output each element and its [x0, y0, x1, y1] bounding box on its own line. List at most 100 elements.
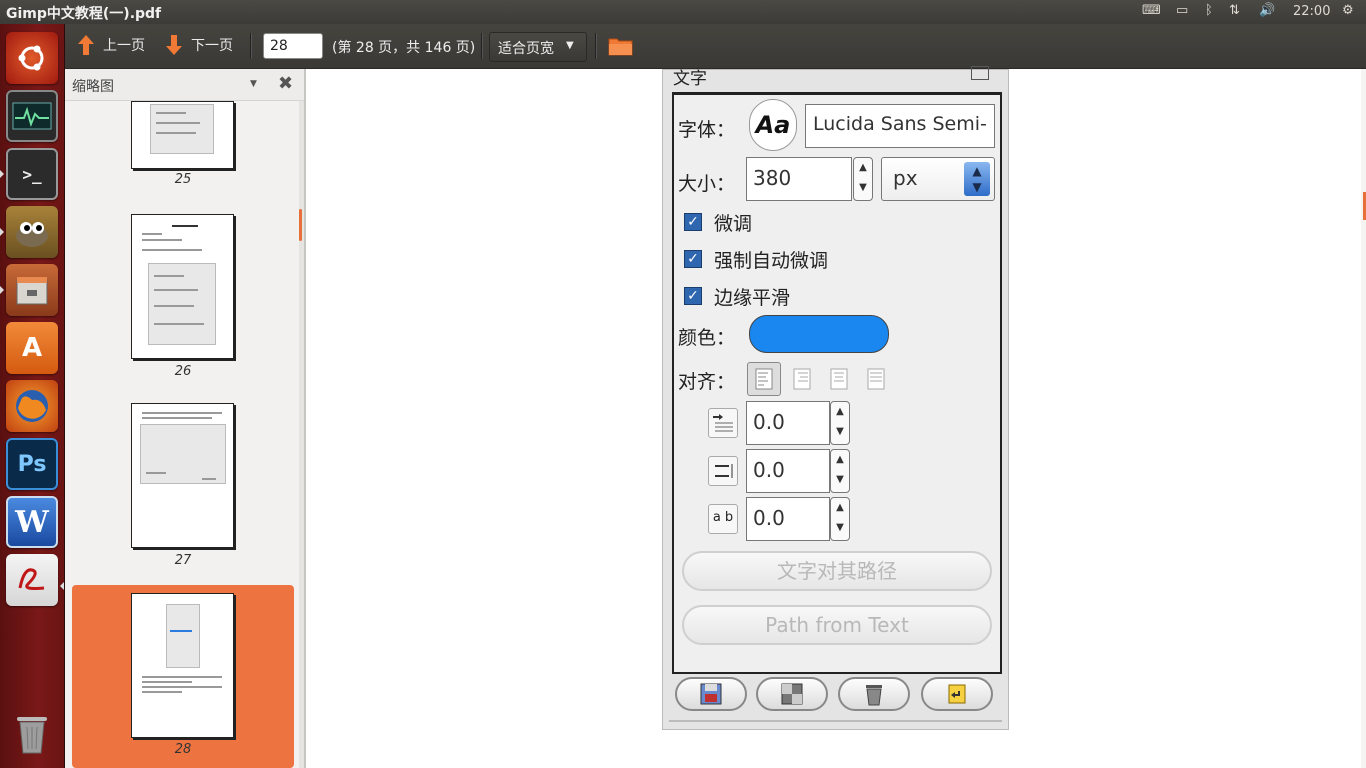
prev-page-label: 上一页: [103, 38, 145, 54]
launcher: >_ A Ps W: [0, 24, 65, 768]
zoom-select-value: 适合页宽: [498, 41, 554, 57]
chevron-updown-icon: ▲ ▼: [964, 162, 990, 196]
unit-select[interactable]: px ▲ ▼: [881, 157, 995, 201]
align-left-icon: [755, 368, 773, 390]
letter-spacing-icon: a b: [708, 504, 738, 534]
document-scrollbar[interactable]: [1361, 69, 1366, 768]
path-from-text-button[interactable]: Path from Text: [682, 605, 992, 645]
justify-label: 对齐：: [678, 371, 736, 393]
open-folder-button[interactable]: [608, 36, 633, 60]
trash-icon[interactable]: [6, 708, 58, 760]
save-options-button[interactable]: [675, 677, 747, 711]
thumbnail-page-26: [131, 214, 234, 359]
align-center-button[interactable]: [823, 363, 855, 395]
bluetooth-icon[interactable]: ᛒ: [1205, 3, 1213, 18]
thumbnail-item-selected[interactable]: 28: [72, 585, 294, 768]
top-panel: Gimp中文教程(一).pdf ⌨ ▭ ᛒ ⇅ 🔊 22:00 ⚙: [0, 0, 1366, 24]
folder-icon: [608, 38, 633, 56]
reset-icon: [948, 684, 966, 704]
sidebar-header: 缩略图 ▼ ✖: [65, 69, 304, 101]
toolbar-separator: [481, 33, 482, 59]
wps-writer-icon[interactable]: W: [6, 496, 58, 548]
ubuntu-home-icon[interactable]: [6, 32, 58, 84]
next-page-label: 下一页: [191, 38, 233, 54]
panel-title: 文字: [673, 69, 707, 89]
scrollbar-thumb[interactable]: [299, 209, 302, 241]
antialias-checkbox[interactable]: ✓: [684, 287, 702, 305]
line-spacing-icon: [708, 456, 738, 486]
align-fill-icon: [867, 368, 885, 390]
size-stepper[interactable]: ▲ ▼: [853, 157, 873, 201]
line-spacing-input[interactable]: 0.0: [746, 449, 830, 493]
letter-spacing-stepper[interactable]: ▲ ▼: [830, 497, 850, 541]
hinting-checkbox[interactable]: ✓: [684, 213, 702, 231]
align-fill-button[interactable]: [860, 363, 892, 395]
align-left-button[interactable]: [747, 362, 781, 396]
prev-page-button[interactable]: 上一页: [77, 34, 145, 56]
line-spacing-stepper[interactable]: ▲ ▼: [830, 449, 850, 493]
antialias-label: 边缘平滑: [714, 287, 791, 309]
thumbnail-list: 25 26 27 28: [65, 101, 298, 768]
text-along-path-button[interactable]: 文字对其路径: [682, 551, 992, 591]
reset-options-button[interactable]: [921, 677, 993, 711]
chevron-down-icon: ▼: [566, 40, 574, 51]
gear-icon[interactable]: ⚙: [1342, 3, 1354, 18]
force-autohint-checkbox[interactable]: ✓: [684, 250, 702, 268]
thumbnail-page-27: [131, 403, 234, 548]
align-right-button[interactable]: [786, 363, 818, 395]
letter-spacing-input[interactable]: 0.0: [746, 497, 830, 541]
close-icon[interactable]: ✖: [278, 73, 293, 94]
color-swatch-button[interactable]: [749, 315, 889, 353]
thumbnail-item[interactable]: 25: [72, 101, 294, 226]
thumbnail-page-25: [131, 101, 234, 169]
delete-options-button[interactable]: [838, 677, 910, 711]
page-number-input[interactable]: [263, 33, 323, 59]
gimp-text-tool-screenshot: 文字 字体： Aa Lucida Sans Semi- 大小： 380 ▲ ▼ p…: [662, 66, 1009, 730]
terminal-icon[interactable]: >_: [6, 148, 58, 200]
zoom-select[interactable]: 适合页宽 ▼: [489, 32, 587, 62]
arrow-down-icon: [166, 35, 182, 55]
chevron-down-icon[interactable]: ▼: [250, 79, 257, 89]
page-count-label: (第 28 页，共 146 页): [332, 40, 476, 56]
next-page-button[interactable]: 下一页: [165, 34, 233, 56]
document-view[interactable]: 文字 字体： Aa Lucida Sans Semi- 大小： 380 ▲ ▼ p…: [305, 66, 1366, 768]
volume-icon[interactable]: 🔊: [1259, 3, 1275, 18]
battery-icon[interactable]: ▭: [1176, 3, 1188, 18]
size-label: 大小：: [678, 173, 736, 195]
size-input[interactable]: 380: [746, 157, 852, 201]
thumbnail-label: 26: [174, 364, 192, 379]
toolbar-separator: [250, 33, 251, 59]
pdf-reader-icon[interactable]: [6, 554, 58, 606]
sidebar-scrollbar[interactable]: [299, 101, 304, 768]
indent-icon: [708, 408, 738, 438]
trash-icon: [866, 685, 882, 706]
thumbnail-label: 27: [174, 553, 192, 568]
indent-stepper[interactable]: ▲ ▼: [830, 401, 850, 445]
window-title: Gimp中文教程(一).pdf: [6, 6, 162, 22]
network-icon[interactable]: ⇅: [1229, 3, 1240, 18]
font-preview-button[interactable]: Aa: [749, 99, 797, 151]
clock[interactable]: 22:00: [1293, 4, 1330, 19]
photoshop-icon[interactable]: Ps: [6, 438, 58, 490]
toolbar-separator: [595, 33, 596, 59]
force-autohint-label: 强制自动微调: [714, 250, 829, 272]
color-label: 颜色：: [678, 327, 736, 349]
floppy-icon: [700, 683, 722, 705]
software-center-icon[interactable]: A: [6, 322, 58, 374]
align-right-icon: [793, 368, 811, 390]
align-center-icon: [830, 368, 848, 390]
keyboard-icon[interactable]: ⌨: [1142, 3, 1161, 18]
file-manager-icon[interactable]: [6, 264, 58, 316]
thumbnail-item[interactable]: 26: [72, 213, 294, 383]
thumbnail-item[interactable]: 27: [72, 402, 294, 572]
hinting-label: 微调: [714, 213, 753, 235]
system-monitor-icon[interactable]: [6, 90, 58, 142]
thumbnail-label: 25: [174, 172, 192, 187]
font-input[interactable]: Lucida Sans Semi-: [805, 104, 995, 148]
indent-input[interactable]: 0.0: [746, 401, 830, 445]
restore-options-button[interactable]: [756, 677, 828, 711]
firefox-icon[interactable]: [6, 380, 58, 432]
gimp-icon[interactable]: [6, 206, 58, 258]
sidebar-title[interactable]: 缩略图: [72, 76, 114, 96]
panel-menu-icon: [971, 66, 989, 80]
